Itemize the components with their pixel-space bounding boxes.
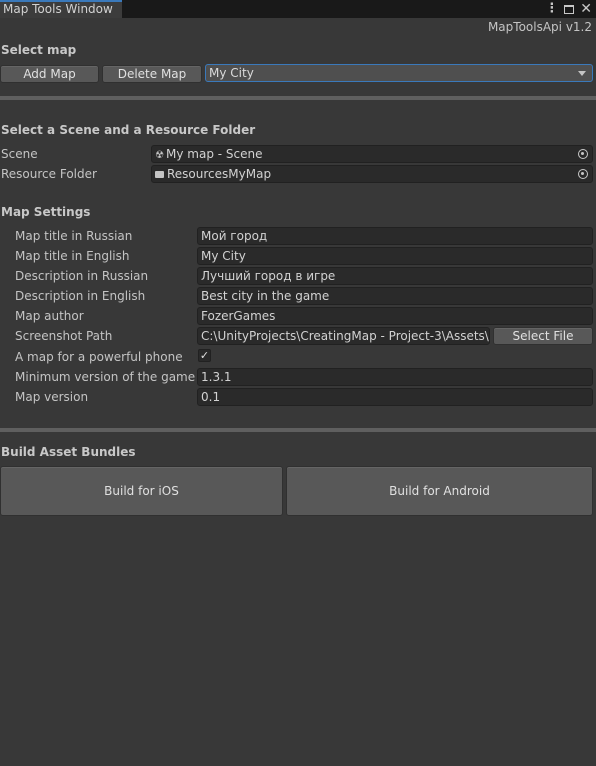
build-android-button[interactable]: Build for Android <box>286 466 593 516</box>
build-ios-button[interactable]: Build for iOS <box>0 466 283 516</box>
section-divider <box>0 428 596 432</box>
min-version-field[interactable]: 1.3.1 <box>197 368 593 386</box>
object-picker-icon[interactable] <box>574 146 592 162</box>
screenshot-path-label: Screenshot Path <box>15 329 113 343</box>
map-settings-header: Map Settings <box>1 205 91 219</box>
folder-icon <box>155 171 164 178</box>
select-file-button[interactable]: Select File <box>493 327 593 345</box>
window-controls: ⋮ ✕ <box>545 0 592 18</box>
desc-ru-label: Description in Russian <box>15 269 149 283</box>
title-en-label: Map title in English <box>15 249 130 263</box>
kebab-menu-icon[interactable]: ⋮ <box>545 2 558 16</box>
powerful-phone-label: A map for a powerful phone <box>15 350 183 364</box>
unity-scene-icon: ☢ <box>155 150 164 161</box>
map-version-field[interactable]: 0.1 <box>197 388 593 406</box>
delete-map-button[interactable]: Delete Map <box>102 65 202 83</box>
resource-folder-field[interactable]: ResourcesMyMap <box>151 165 593 183</box>
title-ru-label: Map title in Russian <box>15 229 133 243</box>
map-select-value: My City <box>209 66 254 80</box>
chevron-down-icon <box>578 71 586 76</box>
object-picker-icon[interactable] <box>574 166 592 182</box>
resource-folder-label: Resource Folder <box>1 167 97 181</box>
screenshot-path-field[interactable]: C:\UnityProjects\CreatingMap - Project-3… <box>197 327 490 345</box>
powerful-phone-checkbox[interactable]: ✓ <box>198 349 211 362</box>
select-map-header: Select map <box>1 43 77 57</box>
map-select-dropdown[interactable]: My City <box>205 64 593 82</box>
title-en-field[interactable]: My City <box>197 247 593 265</box>
title-ru-field[interactable]: Мой город <box>197 227 593 245</box>
build-bundles-header: Build Asset Bundles <box>1 445 136 459</box>
scene-object-field[interactable]: ☢ My map - Scene <box>151 145 593 163</box>
map-version-label: Map version <box>15 390 89 404</box>
min-version-label: Minimum version of the game <box>15 370 196 384</box>
tab-map-tools-window[interactable]: Map Tools Window <box>0 0 122 18</box>
scene-label: Scene <box>1 147 38 161</box>
section-divider <box>0 96 596 100</box>
close-icon[interactable]: ✕ <box>580 2 592 16</box>
api-version-label: MapToolsApi v1.2 <box>487 20 592 34</box>
checkmark-icon: ✓ <box>199 349 210 362</box>
author-field[interactable]: FozerGames <box>197 307 593 325</box>
scene-value: My map - Scene <box>166 147 263 161</box>
maximize-icon[interactable] <box>564 4 575 14</box>
author-label: Map author <box>15 309 84 323</box>
scene-section-header: Select a Scene and a Resource Folder <box>1 123 256 137</box>
desc-en-field[interactable]: Best city in the game <box>197 287 593 305</box>
resource-folder-value: ResourcesMyMap <box>167 167 272 181</box>
desc-en-label: Description in English <box>15 289 146 303</box>
add-map-button[interactable]: Add Map <box>0 65 99 83</box>
window-tab-bar: Map Tools Window ⋮ ✕ <box>0 0 596 18</box>
desc-ru-field[interactable]: Лучший город в игре <box>197 267 593 285</box>
